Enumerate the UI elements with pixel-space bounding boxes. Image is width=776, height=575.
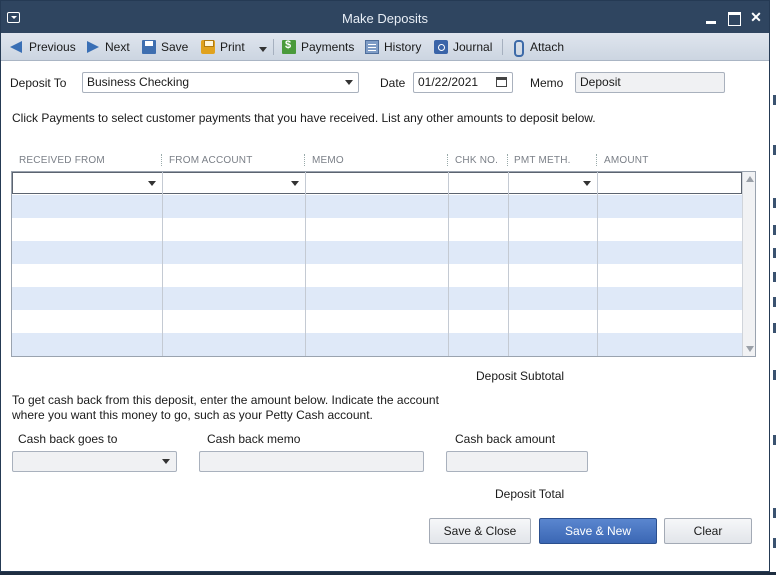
grid-header: RECEIVED FROM FROM ACCOUNT MEMO CHK NO. … bbox=[12, 153, 741, 171]
column-divider[interactable] bbox=[507, 154, 508, 166]
next-button[interactable]: Next bbox=[86, 38, 130, 56]
grid-scrollbar[interactable] bbox=[742, 172, 755, 356]
instructions-text: Click Payments to select customer paymen… bbox=[12, 111, 596, 125]
cash-back-note-line2: where you want this money to go, such as… bbox=[12, 408, 373, 422]
table-row[interactable] bbox=[12, 310, 742, 333]
table-row[interactable] bbox=[12, 172, 742, 194]
table-row[interactable] bbox=[12, 333, 742, 356]
window-title: Make Deposits bbox=[342, 11, 428, 26]
attach-label: Attach bbox=[530, 40, 565, 54]
pmt-meth-chevron-down-icon[interactable] bbox=[583, 181, 591, 186]
history-label: History bbox=[384, 40, 422, 54]
memo-label: Memo bbox=[530, 76, 564, 90]
deposits-grid[interactable] bbox=[11, 171, 756, 357]
cash-back-amount-field[interactable] bbox=[446, 451, 588, 472]
memo-value: Deposit bbox=[580, 75, 621, 89]
maximize-button[interactable] bbox=[725, 9, 741, 26]
from-account-chevron-down-icon[interactable] bbox=[291, 181, 299, 186]
column-line bbox=[162, 172, 163, 356]
toolbar: Previous Next Save Print Payments Histor… bbox=[1, 33, 769, 61]
journal-button[interactable]: Journal bbox=[434, 38, 492, 56]
date-field[interactable]: 01/22/2021 bbox=[413, 72, 513, 93]
cash-back-note-line1: To get cash back from this deposit, ente… bbox=[12, 393, 439, 407]
save-close-button[interactable]: Save & Close bbox=[429, 518, 531, 544]
table-row[interactable] bbox=[12, 241, 742, 264]
column-divider[interactable] bbox=[447, 154, 448, 166]
memo-field[interactable]: Deposit bbox=[575, 72, 725, 93]
make-deposits-window: Make Deposits ✕ Previous Next Save Print… bbox=[0, 0, 770, 572]
payments-button[interactable]: Payments bbox=[282, 38, 354, 56]
clear-button[interactable]: Clear bbox=[664, 518, 752, 544]
calendar-icon[interactable] bbox=[496, 77, 507, 87]
date-label: Date bbox=[380, 76, 406, 90]
cash-back-memo-label: Cash back memo bbox=[207, 432, 301, 446]
deposit-subtotal-label: Deposit Subtotal bbox=[476, 369, 565, 383]
title-bar: Make Deposits ✕ bbox=[1, 1, 769, 33]
save-new-button[interactable]: Save & New bbox=[539, 518, 657, 544]
deposit-to-dropdown[interactable]: Business Checking bbox=[82, 72, 359, 93]
history-button[interactable]: History bbox=[365, 38, 421, 56]
column-header-memo[interactable]: MEMO bbox=[312, 155, 344, 166]
column-header-from-account[interactable]: FROM ACCOUNT bbox=[169, 155, 253, 166]
toolbar-divider bbox=[502, 39, 503, 55]
next-label: Next bbox=[105, 40, 130, 54]
column-divider[interactable] bbox=[161, 154, 162, 166]
scroll-up-icon[interactable] bbox=[746, 176, 754, 182]
arrow-right-icon bbox=[86, 40, 100, 54]
column-line bbox=[597, 172, 598, 356]
printer-icon bbox=[201, 40, 215, 54]
table-row[interactable] bbox=[12, 195, 742, 218]
column-header-received-from[interactable]: RECEIVED FROM bbox=[19, 155, 105, 166]
previous-label: Previous bbox=[29, 40, 76, 54]
column-line bbox=[448, 172, 449, 356]
column-line bbox=[305, 172, 306, 356]
column-header-pmt-meth[interactable]: PMT METH. bbox=[514, 155, 571, 166]
save-button[interactable]: Save bbox=[142, 38, 188, 56]
payments-label: Payments bbox=[301, 40, 355, 54]
table-row[interactable] bbox=[12, 218, 742, 241]
paperclip-icon bbox=[511, 40, 525, 57]
history-icon bbox=[365, 40, 379, 54]
previous-button[interactable]: Previous bbox=[10, 38, 76, 56]
scroll-down-icon[interactable] bbox=[746, 346, 754, 352]
save-label: Save bbox=[161, 40, 189, 54]
column-divider[interactable] bbox=[304, 154, 305, 166]
background-app-edge bbox=[770, 0, 776, 575]
floppy-disk-icon bbox=[142, 40, 156, 54]
toolbar-divider bbox=[273, 39, 274, 55]
cash-back-account-dropdown[interactable] bbox=[12, 451, 177, 472]
column-divider[interactable] bbox=[596, 154, 597, 166]
print-dropdown-chevron-down-icon[interactable] bbox=[259, 47, 267, 52]
column-header-chk-no[interactable]: CHK NO. bbox=[455, 155, 498, 166]
deposit-to-label: Deposit To bbox=[10, 76, 67, 90]
deposit-total-label: Deposit Total bbox=[495, 487, 565, 501]
minimize-button[interactable] bbox=[703, 9, 719, 25]
journal-label: Journal bbox=[453, 40, 493, 54]
column-line bbox=[508, 172, 509, 356]
print-label: Print bbox=[220, 40, 245, 54]
deposit-to-value: Business Checking bbox=[87, 75, 190, 89]
chevron-down-icon[interactable] bbox=[162, 459, 170, 464]
table-row[interactable] bbox=[12, 264, 742, 287]
column-header-amount[interactable]: AMOUNT bbox=[604, 155, 649, 166]
table-row[interactable] bbox=[12, 287, 742, 310]
attach-button[interactable]: Attach bbox=[511, 38, 565, 57]
arrow-left-icon bbox=[10, 40, 24, 54]
close-button[interactable]: ✕ bbox=[748, 9, 764, 25]
print-button[interactable]: Print bbox=[201, 38, 245, 56]
journal-icon bbox=[434, 40, 448, 54]
cash-back-amount-label: Cash back amount bbox=[455, 432, 556, 446]
received-from-chevron-down-icon[interactable] bbox=[148, 181, 156, 186]
chevron-down-icon[interactable] bbox=[345, 80, 353, 85]
cash-back-goes-to-label: Cash back goes to bbox=[18, 432, 118, 446]
payments-icon bbox=[282, 39, 296, 54]
cash-back-memo-field[interactable] bbox=[199, 451, 424, 472]
date-value: 01/22/2021 bbox=[418, 75, 479, 89]
